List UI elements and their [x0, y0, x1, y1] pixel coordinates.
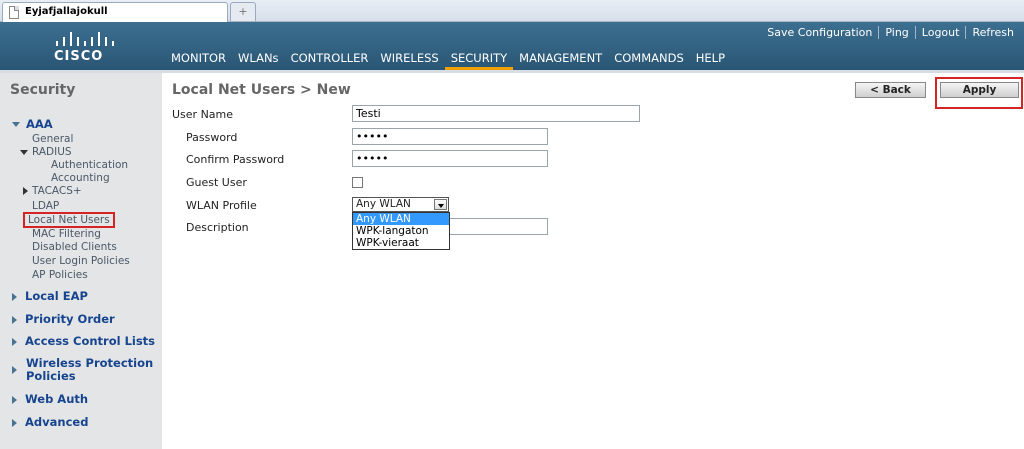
nav-management[interactable]: MANAGEMENT [513, 50, 608, 70]
collapse-arrow-icon [12, 366, 17, 374]
nav-wlans[interactable]: WLANs [232, 50, 285, 70]
main-nav: MONITOR WLANs CONTROLLER WIRELESS SECURI… [165, 50, 731, 70]
sidebar-item-label: AAA [26, 117, 53, 131]
apply-button[interactable]: Apply [940, 82, 1019, 98]
sidebar-item-label: Priority Order [25, 312, 115, 326]
guest-user-label: Guest User [186, 176, 247, 189]
cisco-logo: CISCO [48, 30, 116, 66]
logout-link[interactable]: Logout [914, 26, 966, 39]
collapse-arrow-icon [23, 187, 28, 195]
sidebar-item-label-line2: Policies [26, 369, 76, 383]
browser-tab-bar: Eyjafjallajokull + [0, 0, 1024, 22]
sidebar-item-aaa[interactable]: AAA [12, 117, 53, 131]
sidebar-item-web-auth[interactable]: Web Auth [12, 392, 88, 406]
sidebar-item-user-login-policies[interactable]: User Login Policies [32, 255, 130, 267]
back-button[interactable]: < Back [855, 82, 926, 98]
browser-tab-title: Eyjafjallajokull [25, 6, 108, 17]
top-links: Save Configuration Ping Logout Refresh [761, 26, 1020, 39]
sidebar-item-mac-filtering[interactable]: MAC Filtering [32, 228, 101, 240]
sidebar-item-label: Local EAP [25, 289, 88, 303]
sidebar: Security AAA General RADIUS Authenticati… [0, 73, 162, 449]
expand-arrow-icon [12, 122, 20, 127]
sidebar-item-authentication[interactable]: Authentication [51, 159, 128, 171]
sidebar-item-ldap[interactable]: LDAP [32, 200, 59, 212]
user-name-label: User Name [172, 108, 234, 121]
collapse-arrow-icon [12, 418, 17, 427]
sidebar-item-advanced[interactable]: Advanced [12, 415, 88, 429]
chevron-down-icon[interactable] [434, 199, 447, 210]
wlan-option-wpk-vieraat[interactable]: WPK-vieraat [353, 237, 449, 249]
guest-user-checkbox[interactable] [352, 177, 363, 188]
wlan-option-wpk-langaton[interactable]: WPK-langaton [353, 225, 449, 237]
sidebar-item-local-net-users[interactable]: Local Net Users [23, 212, 115, 228]
nav-help[interactable]: HELP [690, 50, 731, 70]
wlan-profile-select[interactable]: Any WLAN [352, 197, 449, 212]
sidebar-item-local-eap[interactable]: Local EAP [12, 289, 88, 303]
wlan-profile-selected: Any WLAN [356, 198, 411, 210]
sidebar-item-label: TACACS+ [32, 185, 82, 197]
sidebar-item-disabled-clients[interactable]: Disabled Clients [32, 241, 117, 253]
wlan-option-any[interactable]: Any WLAN [353, 213, 449, 225]
save-configuration-link[interactable]: Save Configuration [761, 26, 878, 39]
confirm-password-input[interactable]: ••••• [352, 150, 548, 167]
collapse-arrow-icon [12, 315, 17, 324]
cisco-logo-icon [52, 30, 114, 46]
nav-commands[interactable]: COMMANDS [608, 50, 690, 70]
main-content: Local Net Users > New < Back Apply User … [162, 73, 1024, 449]
sidebar-item-ap-policies[interactable]: AP Policies [32, 269, 88, 281]
sidebar-item-label: RADIUS [32, 146, 72, 158]
nav-security[interactable]: SECURITY [444, 50, 514, 70]
wlan-profile-dropdown: Any WLAN WPK-langaton WPK-vieraat [352, 212, 450, 250]
cisco-logo-text: CISCO [54, 49, 104, 64]
app-header: CISCO Save Configuration Ping Logout Ref… [0, 22, 1024, 70]
confirm-password-label: Confirm Password [186, 153, 285, 166]
sidebar-item-label: Advanced [25, 415, 89, 429]
sidebar-item-general[interactable]: General [32, 133, 73, 145]
password-input[interactable]: ••••• [352, 128, 548, 145]
sidebar-item-label: Web Auth [25, 392, 89, 406]
new-tab-button[interactable]: + [230, 2, 256, 21]
refresh-link[interactable]: Refresh [965, 26, 1020, 39]
description-label: Description [186, 221, 249, 234]
plus-icon: + [238, 5, 248, 18]
ping-link[interactable]: Ping [878, 26, 914, 39]
sidebar-item-access-control-lists[interactable]: Access Control Lists [12, 334, 155, 348]
password-label: Password [186, 131, 238, 144]
sidebar-title: Security [10, 82, 76, 98]
wlan-profile-label: WLAN Profile [186, 199, 257, 212]
sidebar-item-radius[interactable]: RADIUS [20, 146, 72, 158]
sidebar-item-priority-order[interactable]: Priority Order [12, 312, 115, 326]
collapse-arrow-icon [12, 292, 17, 301]
sidebar-item-wireless-protection-policies[interactable]: Wireless Protection Policies [12, 357, 153, 383]
nav-controller[interactable]: CONTROLLER [285, 50, 375, 70]
expand-arrow-icon [20, 149, 28, 155]
sidebar-item-accounting[interactable]: Accounting [51, 172, 110, 184]
collapse-arrow-icon [12, 395, 17, 404]
user-name-input[interactable]: Testi [352, 105, 640, 122]
document-icon [9, 6, 19, 19]
nav-monitor[interactable]: MONITOR [165, 50, 232, 70]
nav-wireless[interactable]: WIRELESS [374, 50, 444, 70]
collapse-arrow-icon [12, 337, 17, 346]
sidebar-item-label: Access Control Lists [25, 334, 156, 348]
browser-tab[interactable]: Eyjafjallajokull [2, 2, 228, 22]
page-title: Local Net Users > New [172, 82, 351, 98]
sidebar-item-tacacs[interactable]: TACACS+ [23, 185, 82, 197]
